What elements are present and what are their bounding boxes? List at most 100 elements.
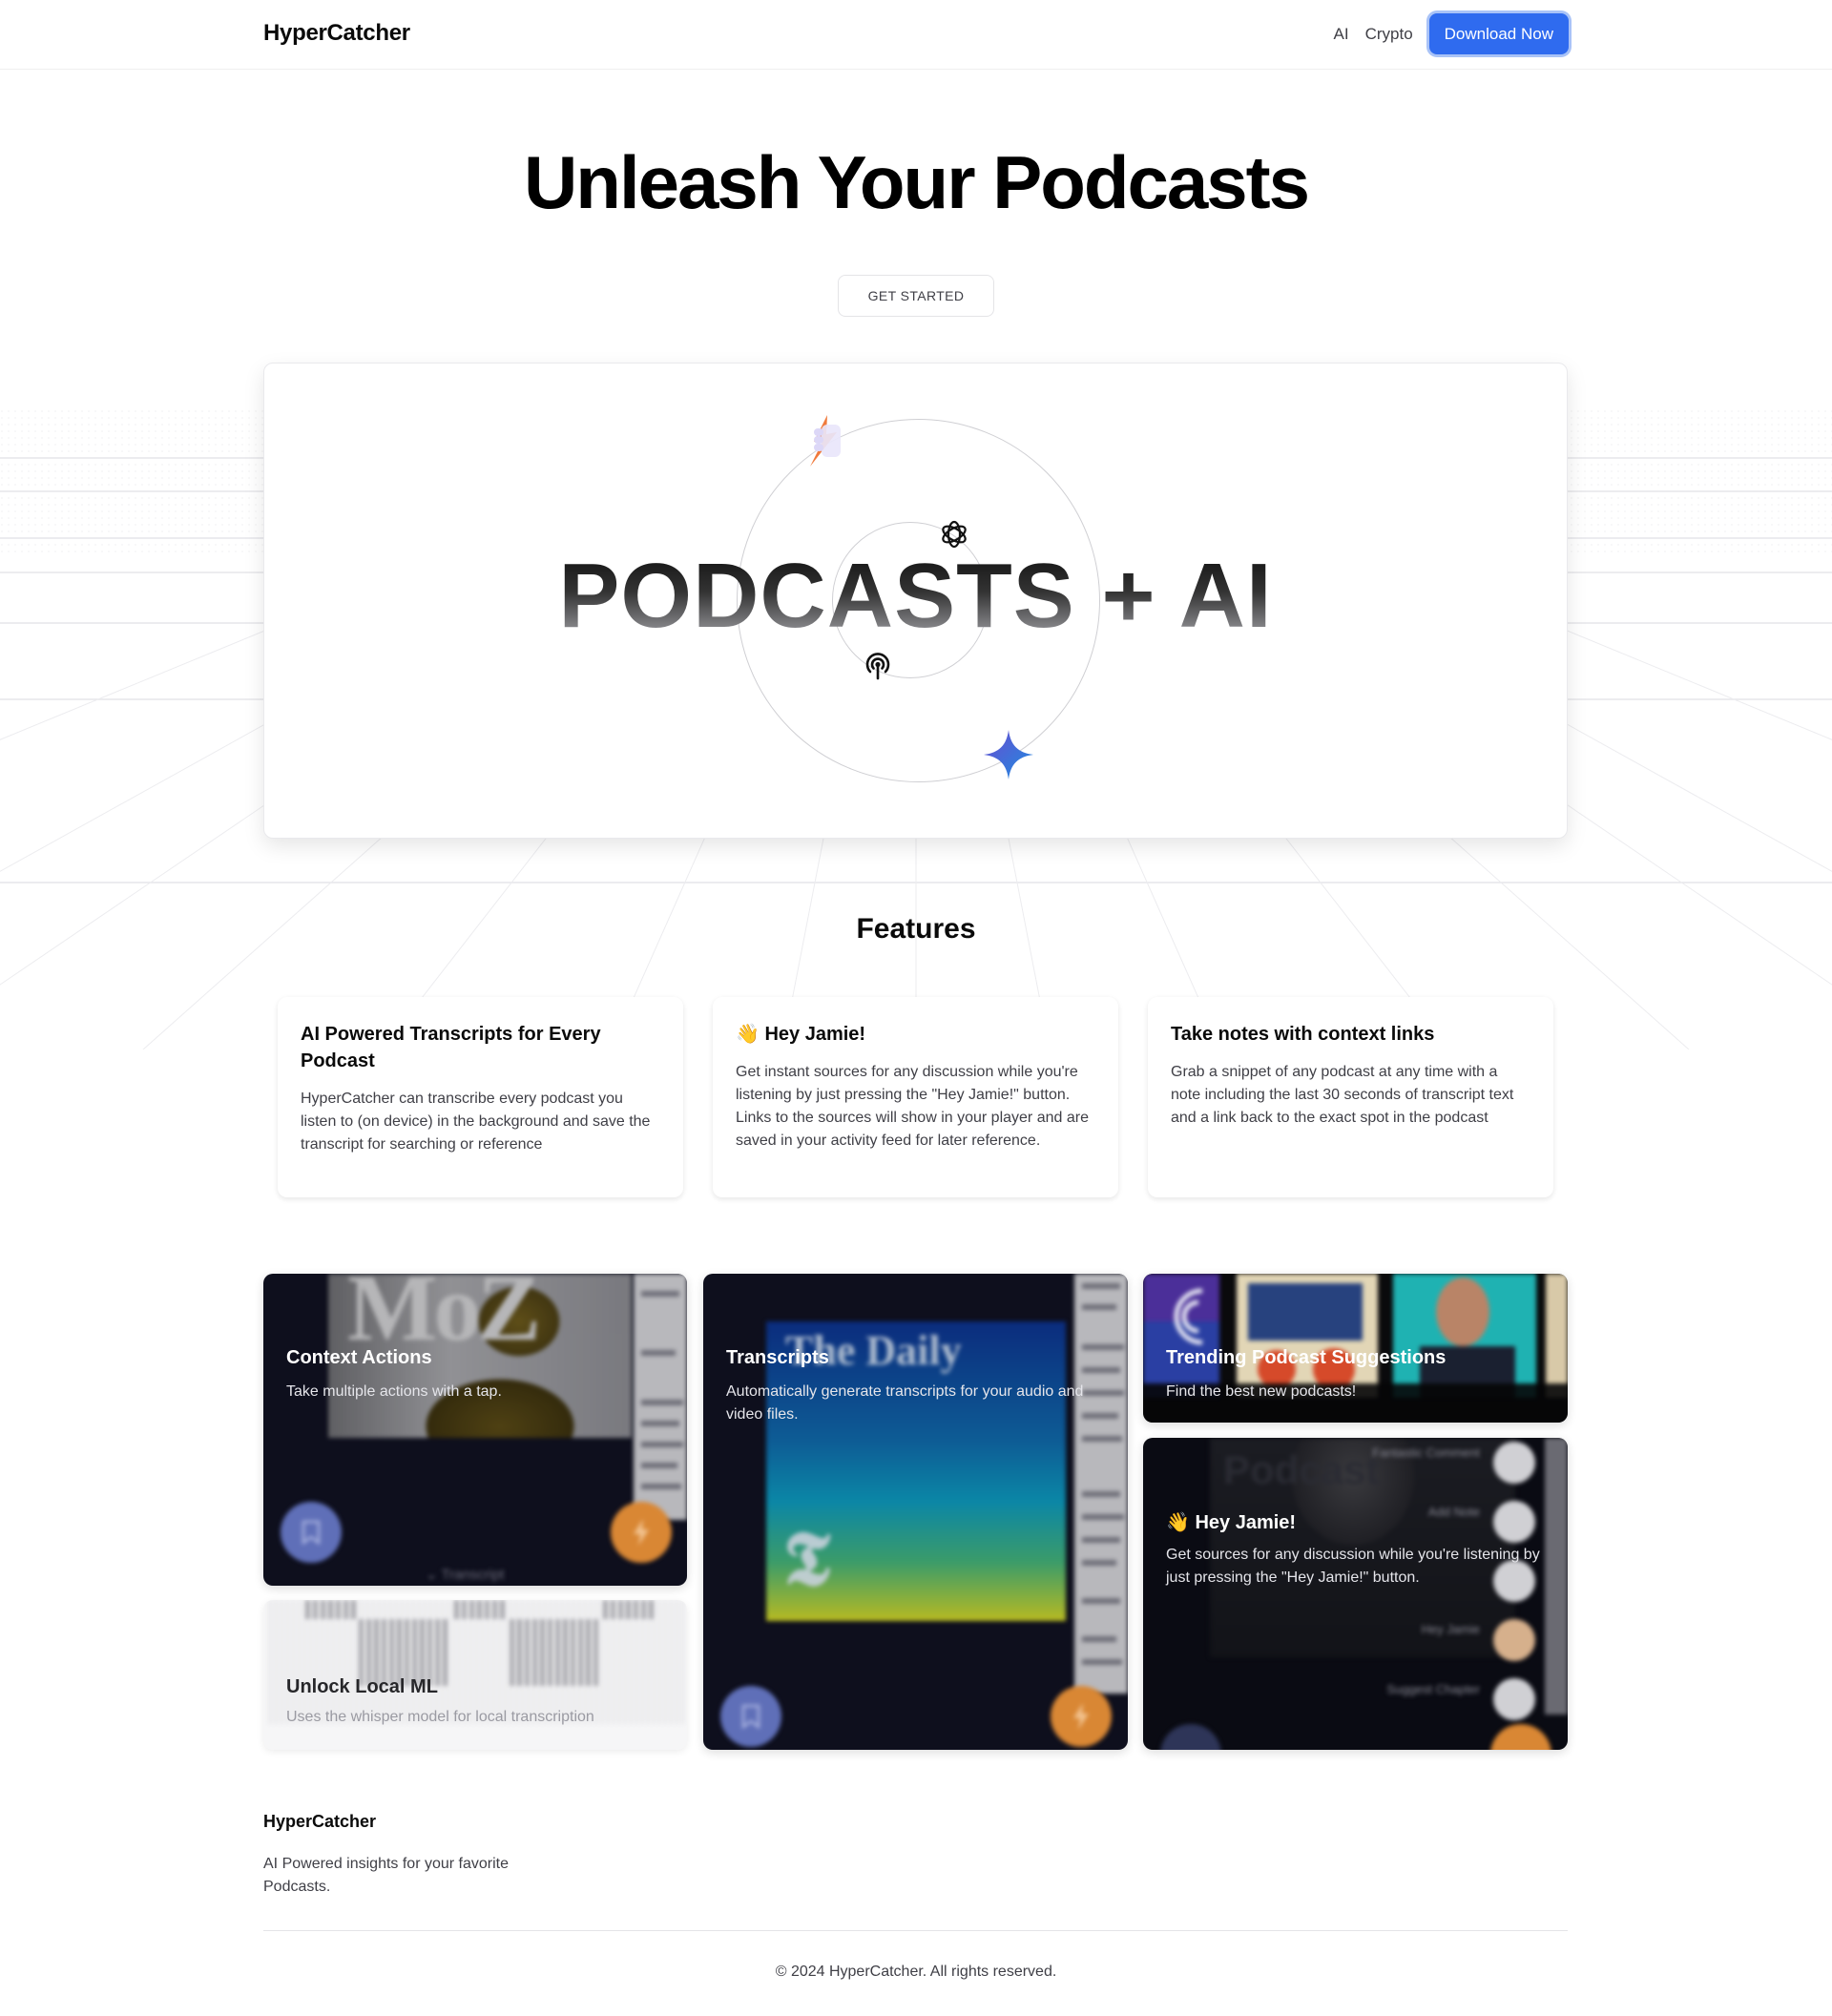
waveform-bar-active bbox=[586, 1619, 591, 1686]
feature-card-hey-jamie: 👋 Hey Jamie! Get instant sources for any… bbox=[713, 997, 1118, 1197]
nav-link-ai[interactable]: AI bbox=[1334, 25, 1349, 44]
bento-card-title: Trending Podcast Suggestions bbox=[1166, 1347, 1447, 1368]
gemini-sparkle-icon bbox=[984, 730, 1033, 779]
waveform-bar-active bbox=[500, 1600, 505, 1619]
openai-icon bbox=[942, 520, 967, 549]
waveform-bar bbox=[676, 1600, 678, 1724]
hero-showcase: PODCASTS + AI bbox=[263, 363, 1568, 839]
waveform-bar bbox=[658, 1600, 661, 1724]
site-header: HyperCatcher AI Crypto Download Now bbox=[0, 0, 1832, 70]
footer-divider bbox=[263, 1930, 1568, 1931]
nyt-logo: 𝕿 bbox=[783, 1518, 831, 1602]
feature-card-transcripts: AI Powered Transcripts for Every Podcast… bbox=[278, 997, 683, 1197]
bento-card-context-actions[interactable]: MoZ Context Actions Take multiple action… bbox=[263, 1274, 687, 1586]
features-heading: Features bbox=[856, 913, 976, 945]
waveform-bar-active bbox=[305, 1600, 310, 1619]
waveform-bar bbox=[664, 1600, 667, 1724]
nav-link-crypto[interactable]: Crypto bbox=[1365, 25, 1413, 44]
bento-card-desc: Get sources for any discussion while you… bbox=[1166, 1547, 1540, 1586]
bento-card-local-ml[interactable]: Unlock Local ML Uses the whisper model f… bbox=[263, 1600, 687, 1750]
showcase-headline: PODCASTS + AI bbox=[264, 551, 1567, 642]
waveform-bar-active bbox=[469, 1600, 474, 1619]
brand-logo[interactable]: HyperCatcher bbox=[263, 20, 410, 47]
waveform-bar bbox=[275, 1600, 278, 1724]
waveform-bar-active bbox=[593, 1619, 598, 1686]
bento-card-desc: Find the best new podcasts! bbox=[1166, 1383, 1357, 1400]
waveform-bar-active bbox=[641, 1600, 646, 1619]
lightning-button bbox=[1051, 1686, 1112, 1747]
waveform-bar-active bbox=[313, 1600, 318, 1619]
artwork-title-text: Podcast bbox=[1223, 1447, 1380, 1492]
waveform-bar-active bbox=[540, 1619, 545, 1686]
waveform-bar-active bbox=[462, 1600, 467, 1619]
fist-lightning-icon bbox=[810, 415, 841, 467]
menu-item-add-note: Add Note bbox=[1427, 1505, 1480, 1519]
feature-card-notes: Take notes with context links Grab a sni… bbox=[1148, 997, 1553, 1197]
footer-tagline: AI Powered insights for your favorite Po… bbox=[263, 1856, 510, 1895]
get-started-button[interactable]: GET STARTED bbox=[838, 275, 994, 317]
bookmark-icon bbox=[741, 1704, 760, 1729]
copyright-text: © 2024 HyperCatcher. All rights reserved… bbox=[775, 1964, 1057, 1980]
bento-card-title: Context Actions bbox=[286, 1347, 432, 1368]
bento-card-desc: Take multiple actions with a tap. bbox=[286, 1383, 502, 1400]
download-now-button[interactable]: Download Now bbox=[1428, 13, 1569, 54]
waveform-bar-active bbox=[485, 1600, 489, 1619]
transcript-side-panel bbox=[1074, 1274, 1128, 1694]
feature-card-title: AI Powered Transcripts for Every Podcast bbox=[301, 1024, 601, 1071]
lightning-button bbox=[611, 1502, 672, 1563]
waveform-bar-active bbox=[532, 1619, 537, 1686]
waveform-bar-active bbox=[344, 1600, 348, 1619]
waveform-bar bbox=[681, 1600, 684, 1724]
waveform-bar-active bbox=[321, 1600, 325, 1619]
feature-card-title: 👋 Hey Jamie! bbox=[736, 1024, 866, 1045]
waveform-bar-active bbox=[336, 1600, 341, 1619]
waveform-bar bbox=[269, 1600, 272, 1724]
transcript-toggle: ⌄ Transcript bbox=[426, 1567, 505, 1583]
transcript-side-panel bbox=[1545, 1438, 1568, 1715]
waveform-bar-active bbox=[477, 1600, 482, 1619]
bento-card-title: 👋 Hey Jamie! bbox=[1166, 1512, 1297, 1533]
bookmark-button bbox=[281, 1502, 342, 1563]
bento-card-transcripts[interactable]: The Daily 𝕿 Transcripts Automatically ge… bbox=[703, 1274, 1128, 1750]
feature-card-body: Get instant sources for any discussion w… bbox=[736, 1064, 1089, 1149]
podcast-icon bbox=[865, 653, 890, 680]
lightning-button bbox=[1490, 1724, 1551, 1750]
waveform-bar-active bbox=[525, 1619, 530, 1686]
waveform-bar bbox=[281, 1600, 283, 1724]
waveform-bar-active bbox=[618, 1600, 623, 1619]
bookmark-icon bbox=[302, 1520, 321, 1545]
bento-card-title: Unlock Local ML bbox=[286, 1676, 438, 1697]
waveform-bar-active bbox=[634, 1600, 638, 1619]
feature-card-title: Take notes with context links bbox=[1171, 1024, 1435, 1045]
bento-card-desc: Uses the whisper model for local transcr… bbox=[286, 1709, 594, 1725]
lightning-icon bbox=[634, 1519, 649, 1546]
waveform-bar-active bbox=[517, 1619, 522, 1686]
footer-brand: HyperCatcher bbox=[263, 1812, 377, 1831]
waveform-bar-active bbox=[611, 1600, 615, 1619]
waveform-bar-active bbox=[492, 1600, 497, 1619]
waveform-bar-active bbox=[563, 1619, 568, 1686]
waveform-bar-active bbox=[454, 1600, 459, 1619]
waveform-bar-active bbox=[578, 1619, 583, 1686]
menu-item-suggest-chapter: Suggest Chapter bbox=[1386, 1682, 1480, 1696]
waveform-bar-active bbox=[328, 1600, 333, 1619]
waveform-bar-active bbox=[555, 1619, 560, 1686]
bento-card-hey-jamie[interactable]: Podcast Fantastic Comment Add Note Hey J… bbox=[1143, 1438, 1568, 1750]
transcript-side-panel bbox=[634, 1274, 687, 1520]
waveform-bar-active bbox=[443, 1619, 448, 1686]
waveform-bar-active bbox=[626, 1600, 631, 1619]
waveform-bar-active bbox=[548, 1619, 552, 1686]
main-nav: AI Crypto Download Now bbox=[1334, 13, 1569, 54]
feature-card-body: HyperCatcher can transcribe every podcas… bbox=[301, 1091, 651, 1153]
waveform-bar-active bbox=[351, 1600, 356, 1619]
bookmark-button bbox=[720, 1686, 781, 1747]
bento-card-trending[interactable]: Trending Podcast Suggestions Find the be… bbox=[1143, 1274, 1568, 1423]
lightning-icon bbox=[1073, 1703, 1089, 1730]
hero-title: Unleash Your Podcasts bbox=[523, 140, 1310, 224]
waveform-bar bbox=[670, 1600, 673, 1724]
feature-card-body: Grab a snippet of any podcast at any tim… bbox=[1171, 1064, 1514, 1126]
bento-card-desc: Automatically generate transcripts for y… bbox=[726, 1383, 1084, 1423]
menu-item-hey-jamie: Hey Jamie bbox=[1421, 1622, 1480, 1636]
waveform-bar-active bbox=[649, 1600, 654, 1619]
bento-card-title: Transcripts bbox=[726, 1347, 829, 1368]
